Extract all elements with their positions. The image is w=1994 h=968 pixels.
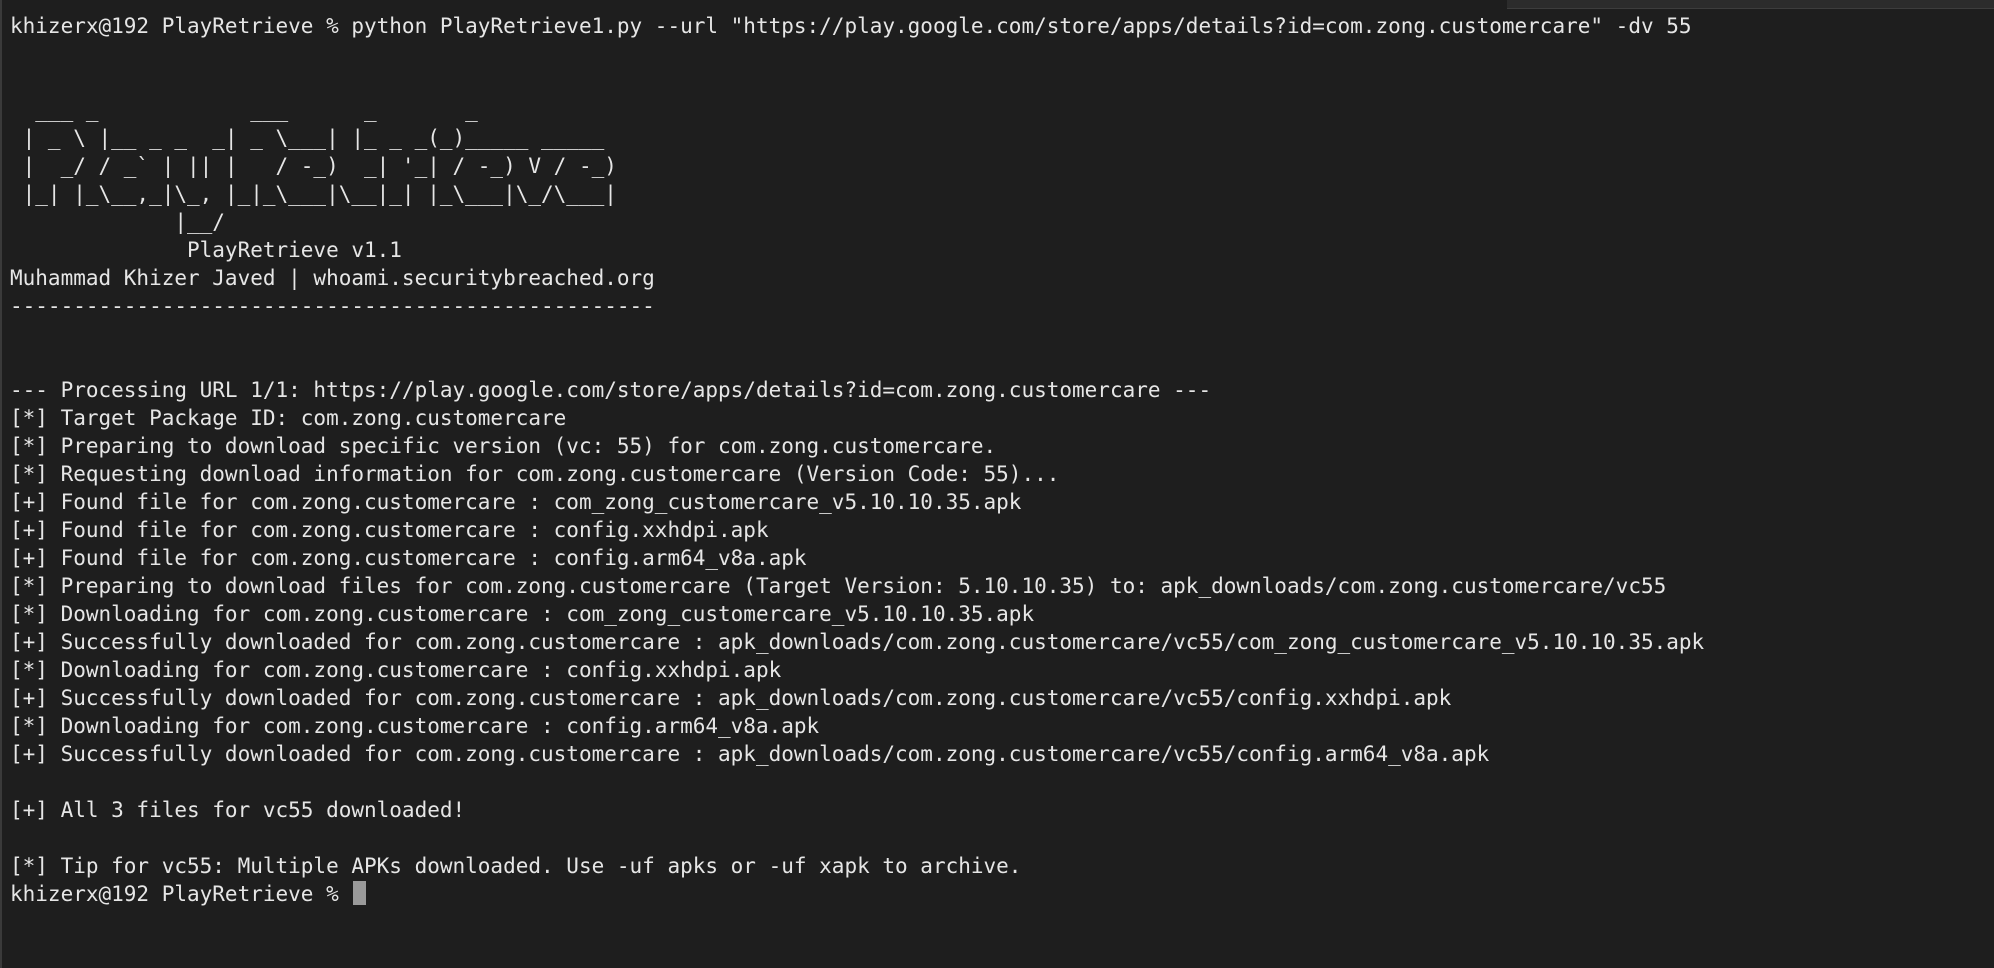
terminal-line: [+] Successfully downloaded for com.zong… <box>10 630 1705 654</box>
terminal-line: PlayRetrieve v1.1 <box>10 238 402 262</box>
terminal-line: [*] Requesting download information for … <box>10 462 1060 486</box>
terminal-line: [*] Target Package ID: com.zong.customer… <box>10 406 567 430</box>
terminal-line: [*] Downloading for com.zong.customercar… <box>10 714 820 738</box>
prompt-text: khizerx@192 PlayRetrieve % <box>10 882 352 906</box>
cursor <box>353 881 367 905</box>
terminal-line: ___ _ ___ _ _ <box>10 98 478 122</box>
terminal-line: ----------------------------------------… <box>10 294 655 318</box>
terminal-line: [+] All 3 files for vc55 downloaded! <box>10 798 466 822</box>
terminal-line: --- Processing URL 1/1: https://play.goo… <box>10 378 1212 402</box>
terminal-line: [*] Preparing to download files for com.… <box>10 574 1667 598</box>
prompt-line[interactable]: khizerx@192 PlayRetrieve % <box>10 880 1994 908</box>
terminal-line: [+] Found file for com.zong.customercare… <box>10 546 807 570</box>
terminal-line: [+] Found file for com.zong.customercare… <box>10 490 1022 514</box>
terminal-line: Muhammad Khizer Javed | whoami.securityb… <box>10 266 655 290</box>
terminal-line: khizerx@192 PlayRetrieve % python PlayRe… <box>10 14 1692 38</box>
terminal-line: [+] Successfully downloaded for com.zong… <box>10 742 1490 766</box>
terminal-line: |__/ <box>10 210 225 234</box>
terminal-line: [*] Downloading for com.zong.customercar… <box>10 602 1035 626</box>
terminal-line: | _/ / _` | || | / -_) _| '_| / -_) V / … <box>10 154 617 178</box>
terminal-line: |_| |_\__,_|\_, |_|_\___|\__|_| |_\___|\… <box>10 182 617 206</box>
terminal-line: [+] Found file for com.zong.customercare… <box>10 518 769 542</box>
terminal-output: khizerx@192 PlayRetrieve % python PlayRe… <box>10 12 1994 908</box>
terminal-line: [*] Preparing to download specific versi… <box>10 434 997 458</box>
terminal-window[interactable]: khizerx@192 PlayRetrieve % python PlayRe… <box>0 0 1994 968</box>
terminal-line: [*] Tip for vc55: Multiple APKs download… <box>10 854 1022 878</box>
scroll-indicator <box>1507 0 1994 9</box>
terminal-line: [*] Downloading for com.zong.customercar… <box>10 658 782 682</box>
terminal-line: | _ \ |__ _ _ _| _ \___| |_ _ _(_)_____ … <box>10 126 605 150</box>
terminal-line: [+] Successfully downloaded for com.zong… <box>10 686 1452 710</box>
